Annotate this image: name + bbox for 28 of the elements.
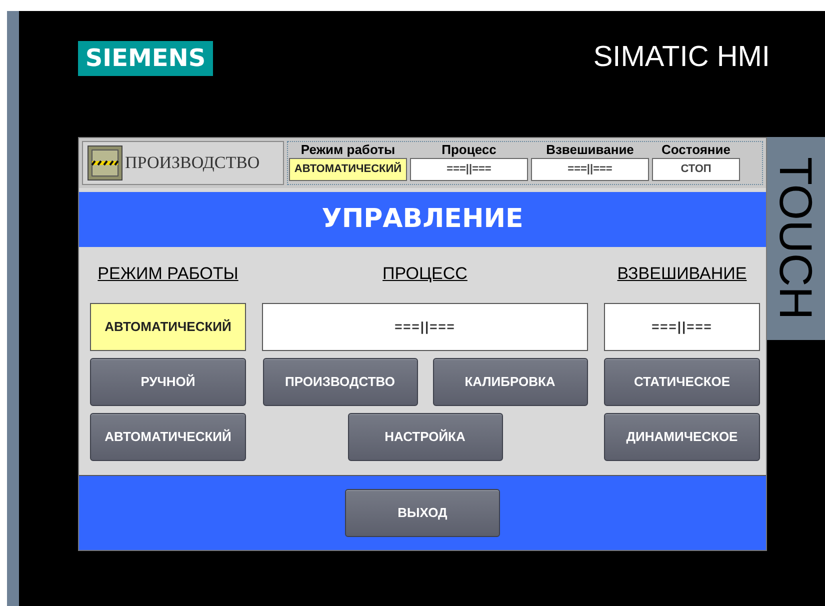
title-bar: УПРАВЛЕНИЕ xyxy=(79,192,766,247)
door-icon xyxy=(87,145,123,181)
status-value: ===||=== xyxy=(531,158,649,181)
hmi-button[interactable]: АВТОМАТИЧЕСКИЙ xyxy=(90,412,246,460)
brand-logo: SIEMENS xyxy=(78,40,213,76)
product-name: SIMATIC HMI xyxy=(593,40,770,76)
status-label: Процесс xyxy=(442,142,496,158)
status-value: ===||=== xyxy=(410,158,528,181)
value-display: АВТОМАТИЧЕСКИЙ xyxy=(90,302,246,350)
column-heading: ВЗВЕШИВАНИЕ xyxy=(617,263,747,285)
hmi-button[interactable]: РУЧНОЙ xyxy=(90,358,246,406)
hmi-button[interactable]: ДИНАМИЧЕСКОЕ xyxy=(604,412,760,460)
value-display: ===||=== xyxy=(262,302,588,350)
touch-label: TOUCH xyxy=(767,137,825,340)
hmi-button[interactable]: ВЫХОД xyxy=(345,489,500,537)
hmi-button[interactable]: ПРОИЗВОДСТВО xyxy=(262,358,418,406)
status-value: СТОП xyxy=(652,158,740,181)
hmi-button[interactable]: КАЛИБРОВКА xyxy=(432,358,588,406)
value-display: ===||=== xyxy=(604,302,760,350)
status-label: Взвешивание xyxy=(546,142,634,158)
column-heading: ПРОЦЕСС xyxy=(382,263,468,285)
hmi-button[interactable]: НАСТРОЙКА xyxy=(348,412,502,460)
status-value: АВТОМАТИЧЕСКИЙ xyxy=(289,158,407,181)
column-heading: РЕЖИМ РАБОТЫ xyxy=(98,263,238,285)
status-label: Режим работы xyxy=(300,142,396,158)
screen-name: ПРОИЗВОДСТВО xyxy=(125,152,260,174)
hmi-button[interactable]: СТАТИЧЕСКОЕ xyxy=(604,358,760,406)
status-label: Состояние xyxy=(661,142,730,158)
